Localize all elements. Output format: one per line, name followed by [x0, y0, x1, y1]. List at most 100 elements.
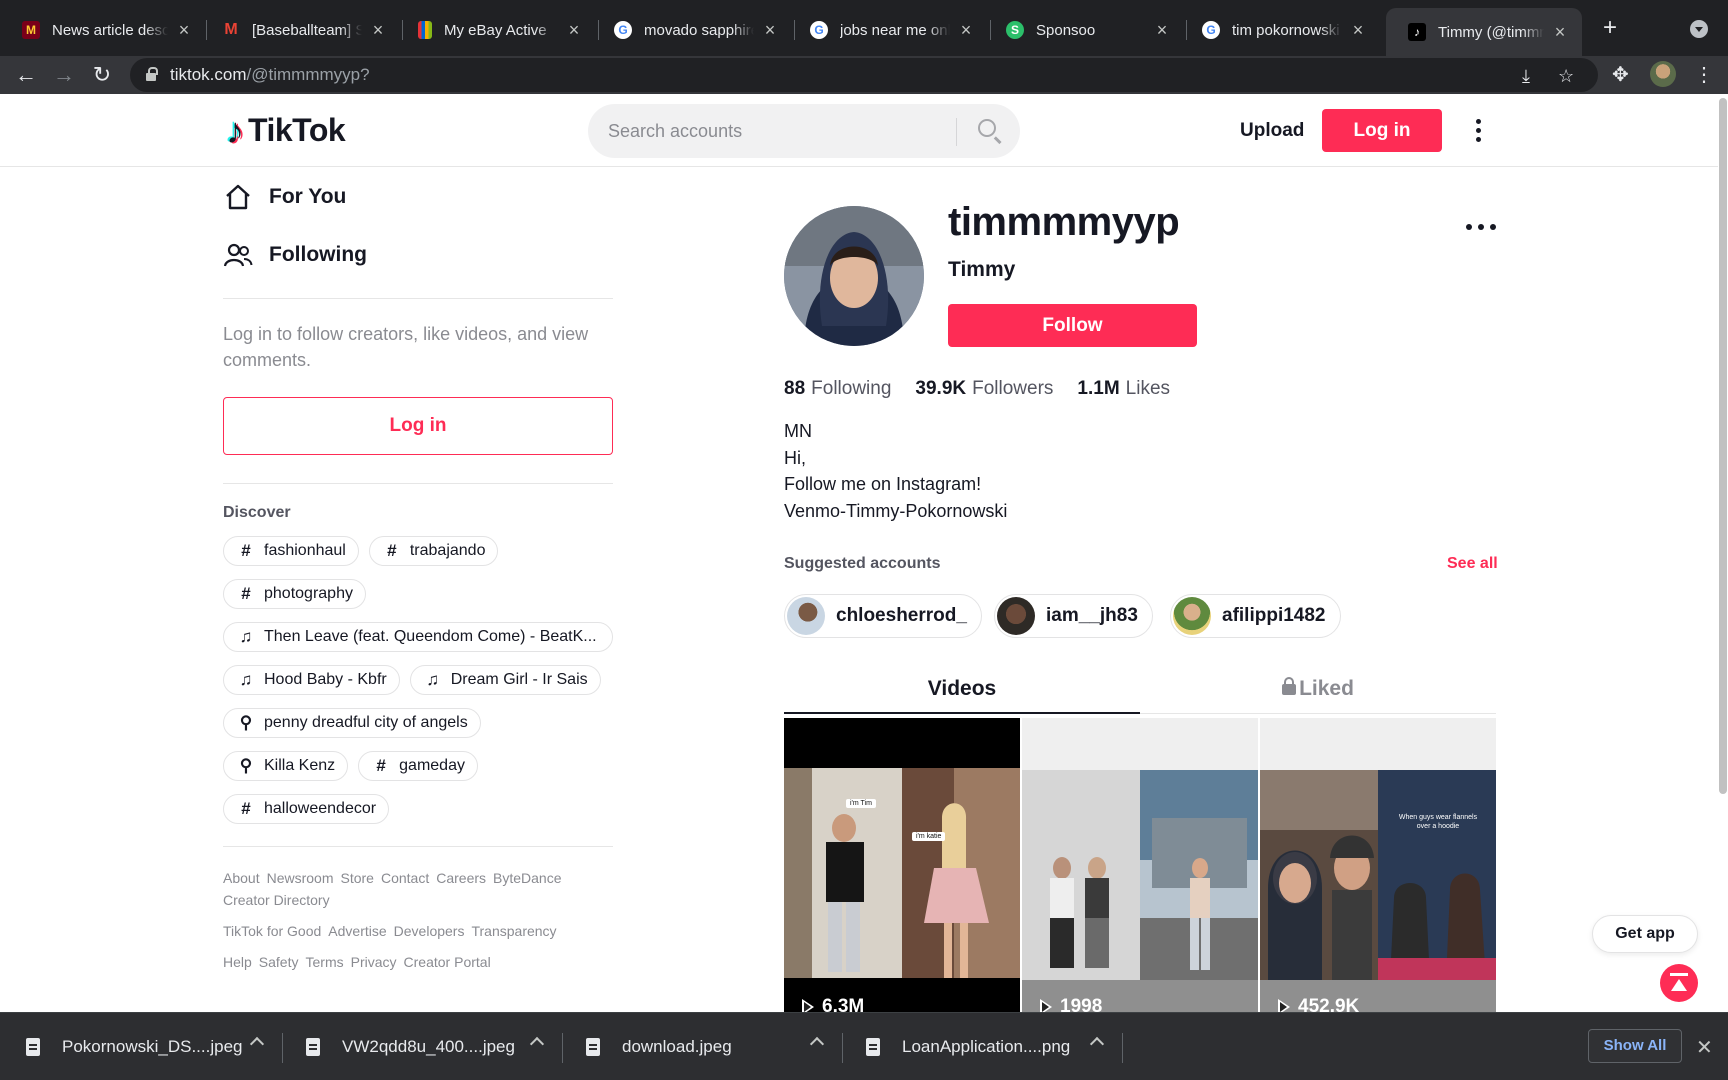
address-bar[interactable]: tiktok.com/@timmmmyyp? ⤓ ☆	[130, 58, 1598, 92]
stat-followers[interactable]: 39.9K Followers	[915, 378, 1053, 400]
profile-more-icon[interactable]	[1466, 224, 1496, 236]
download-item[interactable]: LoanApplication....png	[866, 1027, 1105, 1067]
footer-link[interactable]: Newsroom	[267, 870, 334, 886]
suggested-account[interactable]: iam__jh83	[994, 594, 1153, 638]
video-thumbnail[interactable]: When guys wear flannels over a hoodie 45…	[1260, 718, 1496, 1012]
footer-link[interactable]: About	[223, 870, 260, 886]
download-item[interactable]: VW2qdd8u_400....jpeg	[306, 1027, 545, 1067]
discover-tag[interactable]: ⚲ Killa Kenz	[223, 751, 349, 781]
chevron-up-icon[interactable]	[529, 1036, 545, 1052]
download-filename: download.jpeg	[622, 1037, 732, 1056]
page-scrollbar[interactable]	[1718, 94, 1728, 1012]
google-icon: G	[614, 21, 632, 39]
new-tab-icon[interactable]: +	[1596, 14, 1624, 42]
discover-tag[interactable]: # halloweendecor	[223, 794, 390, 824]
discover-tag[interactable]: ♫ Dream Girl - Ir Sais	[409, 665, 601, 695]
footer-link[interactable]: Contact	[381, 870, 429, 886]
search-button[interactable]	[960, 104, 1020, 158]
sidebar-item-following[interactable]: Following	[223, 226, 613, 284]
scrollbar-thumb[interactable]	[1719, 98, 1727, 794]
suggested-account[interactable]: afilippi1482	[1170, 594, 1341, 638]
ebay-icon: e	[418, 21, 432, 39]
footer-row: Help Safety Terms Privacy Creator Portal	[223, 951, 613, 973]
profile-avatar-icon[interactable]	[1650, 61, 1676, 87]
tab-search-icon[interactable]	[1690, 20, 1708, 38]
footer-link[interactable]: Transparency	[471, 923, 556, 939]
sidebar-login-button[interactable]: Log in	[223, 397, 613, 455]
browser-tab[interactable]: G tim pokornowski - ×	[1180, 10, 1380, 50]
chevron-up-icon[interactable]	[1089, 1036, 1105, 1052]
footer-link[interactable]: ByteDance	[493, 870, 561, 886]
browser-tab[interactable]: M [Baseballteam] Sp ×	[200, 10, 400, 50]
discover-tag[interactable]: # gameday	[358, 751, 478, 781]
tiktok-logo[interactable]: ♪ TikTok	[226, 112, 346, 149]
footer-link[interactable]: Safety	[259, 954, 299, 970]
footer-row: Creator Directory	[223, 889, 613, 911]
bookmark-star-icon[interactable]: ☆	[1558, 66, 1574, 87]
upload-link[interactable]: Upload	[1240, 120, 1304, 142]
search-input[interactable]	[608, 104, 938, 158]
extensions-icon[interactable]: ✥	[1612, 62, 1629, 87]
close-tab-icon[interactable]: ×	[760, 20, 780, 41]
file-icon	[26, 1038, 40, 1056]
stat-following[interactable]: 88 Following	[784, 378, 891, 400]
browser-tab[interactable]: e My eBay Active ×	[396, 10, 596, 50]
footer-link[interactable]: Terms	[306, 954, 344, 970]
see-all-link[interactable]: See all	[1447, 555, 1498, 573]
download-item[interactable]: Pokornowski_DS....jpeg	[26, 1027, 265, 1067]
browser-tab[interactable]: G jobs near me onlin ×	[788, 10, 988, 50]
close-tab-icon[interactable]: ×	[174, 20, 194, 41]
download-item[interactable]: download.jpeg	[586, 1027, 825, 1067]
browser-tab[interactable]: S Sponsoo ×	[984, 10, 1184, 50]
more-options-icon[interactable]	[1472, 116, 1484, 146]
browser-tab-active[interactable]: ♪ Timmy (@timmmm ×	[1386, 8, 1582, 56]
browser-tab[interactable]: M News article desc ×	[0, 10, 206, 50]
show-all-downloads-button[interactable]: Show All	[1588, 1029, 1682, 1063]
footer-link[interactable]: Creator Directory	[223, 892, 330, 908]
discover-tag[interactable]: ♫ Then Leave (feat. Queendom Come) - Beat…	[223, 622, 613, 652]
tab-videos[interactable]: Videos	[784, 670, 1140, 714]
tab-liked[interactable]: Liked	[1140, 670, 1496, 714]
install-app-icon[interactable]: ⤓	[1522, 66, 1530, 87]
header-login-button[interactable]: Log in	[1322, 109, 1442, 152]
back-to-top-icon[interactable]	[1660, 964, 1698, 1002]
get-app-button[interactable]: Get app	[1592, 915, 1698, 953]
footer-link[interactable]: Careers	[436, 870, 486, 886]
footer-link[interactable]: Developers	[394, 923, 465, 939]
forward-icon[interactable]: →	[50, 61, 78, 89]
footer-link[interactable]: Creator Portal	[404, 954, 491, 970]
browser-tab-strip: M News article desc × M [Baseballteam] S…	[0, 0, 1728, 56]
view-count: 1998	[1060, 996, 1103, 1012]
chevron-up-icon[interactable]	[809, 1036, 825, 1052]
close-tab-icon[interactable]: ×	[368, 20, 388, 41]
close-tab-icon[interactable]: ×	[956, 20, 976, 41]
chevron-up-icon[interactable]	[249, 1036, 265, 1052]
footer-link[interactable]: Advertise	[328, 923, 386, 939]
gmail-icon: M	[224, 21, 238, 38]
footer-link[interactable]: Store	[341, 870, 374, 886]
footer-link[interactable]: Privacy	[351, 954, 397, 970]
close-tab-icon[interactable]: ×	[1348, 20, 1368, 41]
discover-tag[interactable]: # photography	[223, 579, 366, 609]
chrome-menu-icon[interactable]: ⋮	[1694, 62, 1714, 87]
sidebar-item-for-you[interactable]: For You	[223, 168, 613, 226]
discover-tag[interactable]: ♫ Hood Baby - Kbfr	[223, 665, 400, 695]
footer-link[interactable]: Help	[223, 954, 252, 970]
back-icon[interactable]: ←	[12, 61, 40, 89]
close-icon[interactable]: ✕	[1696, 1035, 1713, 1060]
follow-button[interactable]: Follow	[948, 304, 1197, 347]
discover-tag[interactable]: ⚲ penny dreadful city of angels	[223, 708, 481, 738]
reload-icon[interactable]: ↻	[88, 61, 116, 89]
video-views: 452.9K	[1278, 996, 1359, 1012]
close-tab-icon[interactable]: ×	[1152, 20, 1172, 41]
video-thumbnail[interactable]: i'm Tim i'm katie 6.3M	[784, 718, 1020, 1012]
browser-tab[interactable]: G movado sapphire ×	[592, 10, 792, 50]
home-icon	[223, 182, 253, 212]
close-tab-icon[interactable]: ×	[564, 20, 584, 41]
discover-tag[interactable]: # trabajando	[368, 536, 499, 566]
discover-tag[interactable]: # fashionhaul	[223, 536, 359, 566]
footer-link[interactable]: TikTok for Good	[223, 923, 321, 939]
suggested-account[interactable]: chloesherrod_	[784, 594, 982, 638]
video-thumbnail[interactable]: 1998	[1022, 718, 1258, 1012]
close-tab-icon[interactable]: ×	[1550, 22, 1570, 43]
